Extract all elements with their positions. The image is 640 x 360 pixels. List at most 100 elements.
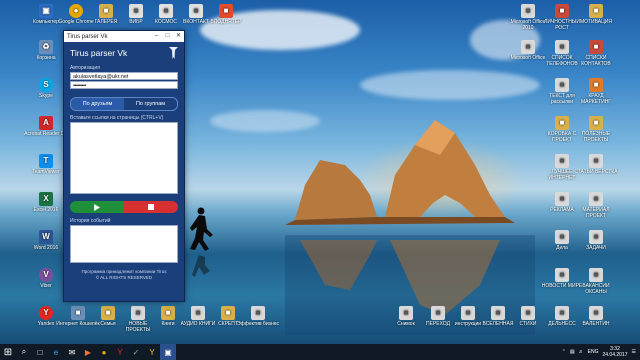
desktop-icon-right-3[interactable]: ■ МОТИВАЦИЯ — [574, 4, 618, 25]
start-button[interactable]: ⊞ — [0, 344, 16, 360]
document-icon: ■ — [399, 306, 413, 320]
clock-date: 24.04.2017 — [602, 352, 628, 358]
password-field[interactable]: ••••••••• — [70, 81, 178, 89]
document-icon: ■ — [251, 306, 265, 320]
volume-icon[interactable]: ♬ — [579, 349, 584, 355]
desktop-icon-teamviewer[interactable]: T TeamViewer — [24, 154, 68, 175]
document-icon: ■ — [219, 4, 233, 18]
chrome-icon[interactable]: ● — [96, 344, 112, 360]
language-indicator[interactable]: ENG — [588, 349, 599, 355]
yandex-browser-icon[interactable]: Y — [144, 344, 160, 360]
document-icon: ■ — [461, 306, 475, 320]
document-icon: ■ — [521, 4, 535, 18]
desktop-icon-right-12[interactable]: ■ СТАТЬИ ВЕРСТКА — [574, 154, 618, 175]
parser-window: Tirus parser Vk – □ ✕ Tirus parser Vk Ав… — [63, 30, 185, 302]
mode-tabs: По друзьям По группам — [70, 97, 178, 111]
document-icon: ■ — [555, 192, 569, 206]
document-icon: ■ — [589, 192, 603, 206]
desktop-icon-word[interactable]: W Word 2016 — [24, 230, 68, 251]
media-player-icon[interactable]: ▶ — [80, 344, 96, 360]
document-icon: ■ — [589, 268, 603, 282]
folder-icon: ■ — [589, 4, 603, 18]
document-icon: ■ — [555, 40, 569, 54]
task-view-icon[interactable]: □ — [32, 344, 48, 360]
desktop-icon-right-14[interactable]: ■ МАТЕРИАЛ ПРОЕКТ — [574, 192, 618, 219]
close-button[interactable]: ✕ — [173, 31, 184, 42]
document-icon: ■ — [189, 4, 203, 18]
system-tray: ⌃ ▤ ♬ ENG 3:32 24.04.2017 ☰ — [562, 344, 640, 360]
document-icon: ■ — [129, 4, 143, 18]
document-icon: ■ — [589, 230, 603, 244]
notifications-icon[interactable]: ☰ — [632, 349, 636, 355]
tab-by-groups[interactable]: По группам — [124, 98, 177, 110]
document-icon: ■ — [589, 306, 603, 320]
yandex-icon[interactable]: Y — [112, 344, 128, 360]
desktop-icon-bottom-8[interactable]: ■ Эффектив бизнес — [236, 306, 280, 327]
teamviewer-icon: T — [39, 154, 53, 168]
runner-silhouette-image — [190, 207, 213, 277]
folder-icon: ■ — [589, 116, 603, 130]
document-icon: ■ — [555, 78, 569, 92]
document-icon: ■ — [71, 306, 85, 320]
document-icon: ■ — [521, 306, 535, 320]
start-button[interactable] — [70, 201, 124, 213]
run-controls — [70, 201, 178, 213]
stop-button[interactable] — [124, 201, 178, 213]
desktop-icon-right-20[interactable]: ■ ВАЛЕНТИН — [574, 306, 618, 327]
chrome-icon: ● — [69, 4, 83, 18]
folder-icon: ■ — [221, 306, 235, 320]
rock-arch-image — [285, 120, 535, 335]
desktop-icon-acrobat[interactable]: A Acrobat Reader DC — [24, 116, 68, 137]
document-icon: ■ — [589, 40, 603, 54]
desktop-icon-bottom-13[interactable]: ■ СТИХИ — [506, 306, 550, 327]
desktop-icon-vpodnyater[interactable]: ■ ВПОДНЯТЕР — [204, 4, 248, 25]
desktop-icon-skype[interactable]: S Skype — [24, 78, 68, 99]
edge-icon[interactable]: e — [48, 344, 64, 360]
document-icon: ■ — [131, 306, 145, 320]
desktop-icon-right-16[interactable]: ■ ЗАДАЧИ — [574, 230, 618, 251]
checkmark-app-icon[interactable]: ✓ — [128, 344, 144, 360]
folder-icon: ■ — [161, 306, 175, 320]
auth-label: Авторизация — [70, 65, 100, 71]
clock[interactable]: 3:32 24.04.2017 — [602, 346, 627, 358]
document-icon: ■ — [589, 78, 603, 92]
folder-icon: ■ — [101, 306, 115, 320]
document-icon: ■ — [159, 4, 173, 18]
desktop-icon-right-6[interactable]: ■ СПИСКИ КОНТАКТОВ — [574, 40, 618, 67]
chevron-up-icon[interactable]: ⌃ — [562, 349, 566, 355]
desktop-icon-right-18[interactable]: ■ ВАКАНСИИ ОКСАНЫ — [574, 268, 618, 295]
search-icon[interactable]: ⌕ — [16, 344, 32, 360]
desktop-icon-right-8[interactable]: ■ КРАУД МАРКЕТИНГ — [574, 78, 618, 105]
taskbar: ⊞ ⌕ □ e ✉ ▶ ● Y ✓ Y ▣ ⌃ ▤ ♬ ENG 3:32 24.… — [0, 344, 640, 360]
desktop-icon-recycle-bin[interactable]: ♻ Корзина — [24, 40, 68, 61]
links-label: Вставьте ссылки на страницы (CTRL+V) — [70, 115, 164, 121]
minimize-button[interactable]: – — [151, 31, 162, 42]
window-title: Tirus parser Vk — [67, 33, 108, 40]
document-icon: ■ — [491, 306, 505, 320]
document-icon: ■ — [555, 230, 569, 244]
stop-icon — [148, 204, 154, 210]
document-icon: ■ — [521, 40, 535, 54]
mail-icon[interactable]: ✉ — [64, 344, 80, 360]
window-titlebar[interactable]: Tirus parser Vk – □ ✕ — [64, 31, 184, 42]
tab-by-friends[interactable]: По друзьям — [71, 98, 124, 110]
maximize-button[interactable]: □ — [162, 31, 173, 42]
tirus-parser-task-icon[interactable]: ▣ — [160, 344, 176, 360]
history-label: История событий — [70, 218, 111, 224]
app-name: Tirus parser Vk — [70, 48, 128, 58]
desktop-icon-excel[interactable]: X Excel 2016 — [24, 192, 68, 213]
links-textarea[interactable] — [70, 122, 178, 194]
document-icon: ■ — [555, 268, 569, 282]
app-logo-icon — [169, 47, 178, 59]
desktop-icon-right-10[interactable]: ■ ПОЛЕЗНЫЕ ПРОЕКТЫ — [574, 116, 618, 143]
folder-icon: ■ — [555, 116, 569, 130]
acrobat-icon: A — [39, 116, 53, 130]
viber-icon: V — [39, 268, 53, 282]
desktop-icon-viber[interactable]: V Viber — [24, 268, 68, 289]
login-field[interactable]: akulasvetlaya@ukr.net — [70, 72, 178, 80]
window-footer: Программа принадлежит компании Tirus © A… — [64, 269, 184, 281]
excel-icon: X — [39, 192, 53, 206]
network-icon[interactable]: ▤ — [570, 349, 575, 355]
yandex-icon: Y — [39, 306, 53, 320]
document-icon: ■ — [555, 306, 569, 320]
